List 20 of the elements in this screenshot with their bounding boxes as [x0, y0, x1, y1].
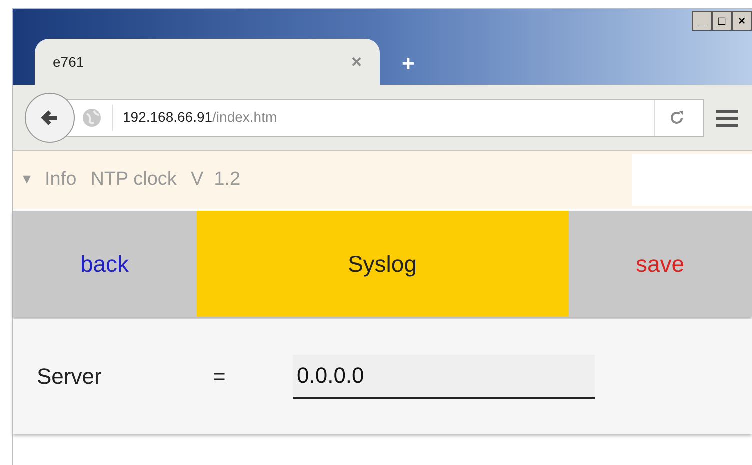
url-host: 192.168.66.91	[123, 108, 213, 127]
reload-icon[interactable]	[669, 110, 685, 126]
info-text: V 1.2	[190, 168, 241, 192]
info-text: Info	[45, 168, 77, 192]
server-input[interactable]: 0.0.0.0	[293, 354, 595, 398]
globe-icon	[82, 108, 102, 128]
new-tab-button[interactable]: +	[402, 53, 415, 75]
window-control-button[interactable]: ×	[732, 11, 752, 31]
back-link[interactable]: back	[13, 211, 196, 317]
menu-icon[interactable]	[716, 108, 738, 126]
equals-sign: =	[213, 363, 227, 391]
field-label: Server	[37, 363, 103, 391]
window-control-button[interactable]: _	[692, 11, 712, 31]
window-control-button[interactable]: □	[712, 11, 732, 31]
url-path: /index.htm	[212, 108, 278, 127]
address-bar[interactable]: 192.168.66.91/index.htm	[65, 98, 704, 136]
browser-tab[interactable]: e761 ×	[35, 39, 380, 85]
info-text: NTP clock	[90, 168, 177, 192]
back-button[interactable]	[25, 92, 75, 142]
page-title: Syslog	[348, 250, 418, 279]
